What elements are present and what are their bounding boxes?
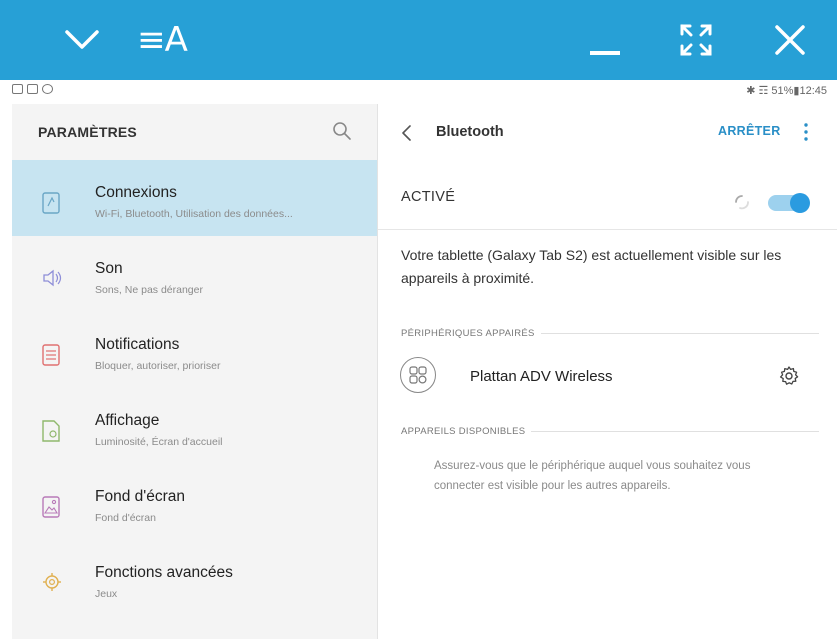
sidebar-item-label: Notifications	[95, 336, 180, 353]
top-toolbar: ≡A	[0, 0, 837, 80]
toggle-knob	[790, 193, 810, 213]
sidebar-item-sub: Fond d'écran	[95, 512, 156, 524]
sidebar-item-connexions[interactable]: Connexions Wi-Fi, Bluetooth, Utilisation…	[12, 160, 377, 236]
section-header-label: PÉRIPHÉRIQUES APPAIRÉS	[401, 328, 535, 339]
sidebar-item-sub: Jeux	[95, 588, 118, 600]
stop-button[interactable]: ARRÊTER	[718, 124, 781, 138]
available-devices-header: APPAREILS DISPONIBLES	[401, 426, 819, 437]
active-label: ACTIVÉ	[401, 189, 456, 205]
status-bar: ✱ ☶ 51%▮12:45	[12, 80, 837, 104]
ea-logo[interactable]: ≡A	[132, 0, 192, 80]
search-icon[interactable]	[332, 121, 352, 141]
volume-icon	[42, 268, 62, 288]
page-title: Bluetooth	[436, 124, 504, 140]
back-chevron-icon[interactable]	[400, 124, 414, 142]
sidebar-item-notifications[interactable]: Notifications Bloquer, autoriser, priori…	[12, 312, 377, 388]
notification-icons	[12, 84, 53, 94]
headset-icon	[400, 357, 436, 393]
visibility-message: Votre tablette (Galaxy Tab S2) est actue…	[401, 247, 782, 286]
more-options-icon[interactable]	[802, 122, 810, 142]
mail-icon	[27, 84, 38, 94]
bluetooth-panel: Bluetooth ARRÊTER ACTIVÉ Votre tablette …	[378, 104, 837, 639]
close-icon[interactable]	[760, 0, 820, 80]
bluetooth-toggle[interactable]	[768, 193, 810, 213]
available-devices-message: Assurez-vous que le périphérique auquel …	[434, 460, 751, 492]
settings-panel: PARAMÈTRES Connexions Wi-Fi, Bluetooth, …	[12, 104, 377, 639]
sidebar-item-son[interactable]: Son Sons, Ne pas déranger	[12, 236, 377, 312]
wallpaper-icon	[42, 496, 60, 518]
sidebar-item-label: Fonctions avancées	[95, 564, 233, 581]
sidebar-item-fonctions-avancees[interactable]: Fonctions avancées Jeux	[12, 540, 377, 616]
settings-header: PARAMÈTRES	[12, 104, 377, 160]
chevron-down-icon[interactable]	[52, 0, 112, 80]
sidebar-item-sub: Bloquer, autoriser, prioriser	[95, 360, 221, 372]
settings-title: PARAMÈTRES	[38, 124, 137, 140]
device-name: Plattan ADV Wireless	[470, 368, 613, 385]
connections-icon	[42, 192, 60, 214]
loading-spinner-icon	[734, 194, 750, 210]
sidebar-item-affichage[interactable]: Affichage Luminosité, Écran d'accueil	[12, 388, 377, 464]
sidebar-item-sub: Sons, Ne pas déranger	[95, 284, 203, 296]
maximize-icon[interactable]	[666, 0, 726, 80]
section-divider	[540, 333, 819, 334]
notifications-icon	[42, 344, 60, 366]
minimize-icon[interactable]	[575, 0, 635, 80]
sidebar-item-fond-ecran[interactable]: Fond d'écran Fond d'écran	[12, 464, 377, 540]
sidebar-item-sub: Wi-Fi, Bluetooth, Utilisation des donnée…	[95, 208, 293, 220]
paired-device-row[interactable]: Plattan ADV Wireless	[378, 349, 837, 405]
display-icon	[42, 420, 60, 442]
screenshot-icon	[12, 84, 23, 94]
bluetooth-active-row[interactable]: ACTIVÉ	[378, 166, 837, 230]
section-divider	[531, 431, 819, 432]
sidebar-item-label: Son	[95, 260, 123, 277]
sidebar-item-label: Fond d'écran	[95, 488, 185, 505]
status-right: ✱ ☶ 51%▮12:45	[746, 85, 827, 97]
blocked-icon	[42, 84, 53, 94]
sidebar-item-sub: Luminosité, Écran d'accueil	[95, 436, 223, 448]
sidebar-item-label: Affichage	[95, 412, 160, 429]
advanced-features-icon	[42, 572, 61, 592]
paired-devices-header: PÉRIPHÉRIQUES APPAIRÉS	[401, 328, 819, 339]
sidebar-item-label: Connexions	[95, 184, 177, 201]
section-header-label: APPAREILS DISPONIBLES	[401, 426, 526, 437]
gear-icon[interactable]	[778, 365, 800, 387]
